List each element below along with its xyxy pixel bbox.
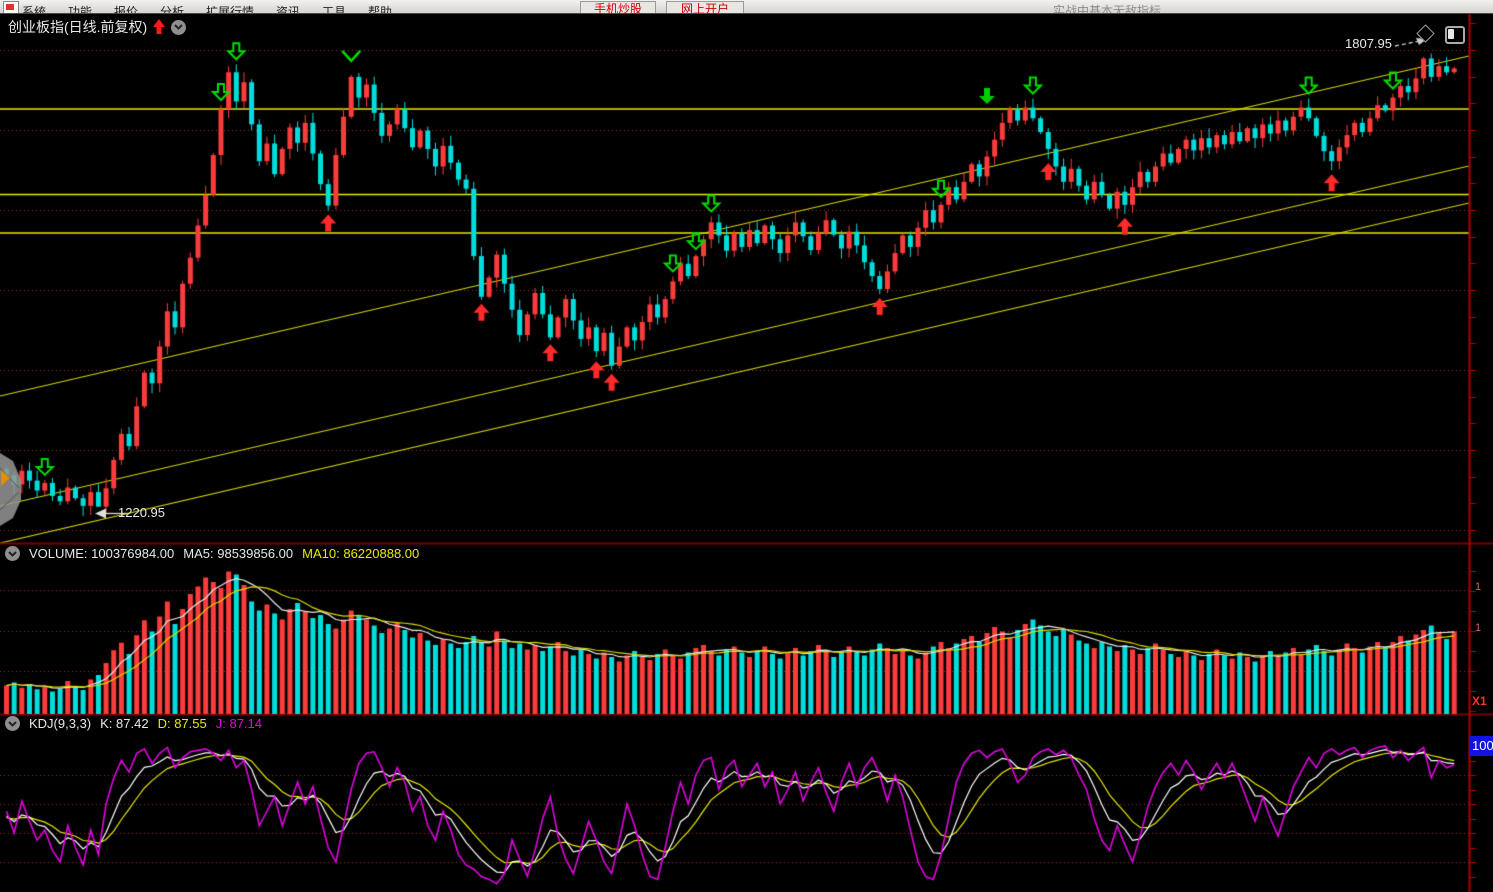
- chevron-down-icon[interactable]: [171, 20, 186, 35]
- trading-app-window: 系统 功能 报价 分析 扩展行情 资讯 工具 帮助 手机炒股 网上开户 实战中基…: [0, 0, 1493, 892]
- volume-ma5-value: MA5: 98539856.00: [183, 546, 293, 561]
- main-chart-title-row: 创业板指(日线.前复权): [8, 18, 186, 36]
- menu-item-news[interactable]: 资讯: [276, 3, 300, 14]
- kdj-panel-header: KDJ(9,3,3) K: 87.42 D: 87.55 J: 87.14: [5, 715, 262, 732]
- kdj-chevron-down-icon[interactable]: [5, 716, 20, 731]
- menu-item-quotes[interactable]: 报价: [114, 3, 138, 14]
- high-price-annotation: 1807.95: [1322, 36, 1392, 51]
- menu-item-help[interactable]: 帮助: [368, 3, 392, 14]
- chart-canvas[interactable]: [0, 0, 1493, 892]
- menu-item-system[interactable]: 系统: [22, 3, 46, 14]
- menubar-watermark-text: 实战中基本无敌指标: [1053, 2, 1203, 14]
- menu-button-open-account[interactable]: 网上开户: [666, 1, 744, 14]
- volume-ma10-value: MA10: 86220888.00: [302, 546, 419, 561]
- kdj-j-value: J: 87.14: [216, 716, 262, 731]
- kdj-name: KDJ(9,3,3): [29, 716, 91, 731]
- app-logo-icon: [3, 1, 19, 14]
- menu-item-extended[interactable]: 扩展行情: [206, 3, 254, 14]
- volume-panel-header: VOLUME: 100376984.00 MA5: 98539856.00 MA…: [5, 545, 419, 562]
- window-restore-icon[interactable]: [1445, 26, 1465, 44]
- volume-value: VOLUME: 100376984.00: [29, 546, 174, 561]
- menu-bar: 系统 功能 报价 分析 扩展行情 资讯 工具 帮助 手机炒股 网上开户 实战中基…: [0, 0, 1493, 14]
- menu-item-analysis[interactable]: 分析: [160, 3, 184, 14]
- menu-item-function[interactable]: 功能: [68, 3, 92, 14]
- volume-axis-label-clipped: 1: [1475, 622, 1481, 634]
- kdj-d-value: D: 87.55: [158, 716, 207, 731]
- volume-axis-label-clipped: 1: [1475, 581, 1481, 593]
- volume-chevron-down-icon[interactable]: [5, 546, 20, 561]
- volume-multiplier-label: X1: [1472, 694, 1487, 708]
- menu-button-mobile-trading[interactable]: 手机炒股: [580, 1, 656, 14]
- main-chart-title: 创业板指(日线.前复权): [8, 17, 147, 37]
- low-price-annotation: 1220.95: [118, 505, 165, 520]
- kdj-scale-badge: 100: [1470, 736, 1493, 756]
- menu-item-tools[interactable]: 工具: [322, 3, 346, 14]
- kdj-k-value: K: 87.42: [100, 716, 148, 731]
- trend-up-icon: [152, 19, 166, 35]
